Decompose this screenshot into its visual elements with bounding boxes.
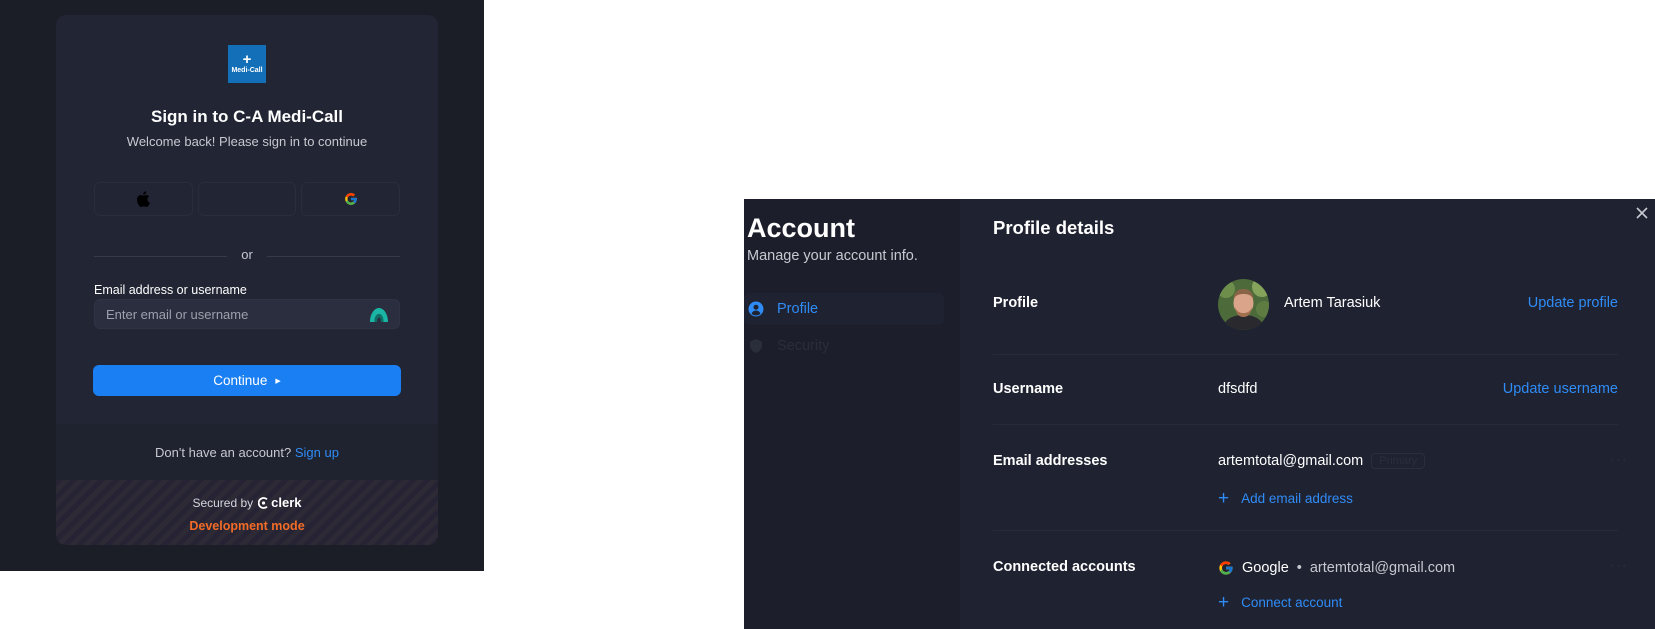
email-label: Email address or username <box>94 283 247 297</box>
connected-row-label: Connected accounts <box>993 559 1136 575</box>
dev-mode-band: Secured by clerk Development mode <box>56 480 438 545</box>
account-subtitle: Manage your account info. <box>747 248 918 264</box>
nav-security-label: Security <box>777 338 830 354</box>
avatar-photo <box>1218 279 1269 330</box>
profile-row-label: Profile <box>993 295 1039 311</box>
signin-title: Sign in to C-A Medi-Call <box>150 107 344 126</box>
profile-details-title: Profile details <box>993 217 1115 238</box>
secured-by: Secured by clerk <box>56 495 438 510</box>
clerk-icon <box>258 496 268 509</box>
caret-right-icon: ▶ <box>275 377 281 385</box>
row-divider <box>993 424 1618 425</box>
row-divider <box>993 354 1618 355</box>
user-circle-icon <box>748 301 764 317</box>
google-signin-button[interactable] <box>301 182 401 216</box>
nav-item-profile[interactable]: Profile <box>744 293 944 325</box>
primary-badge: Primary <box>1371 453 1426 470</box>
nav-profile-label: Profile <box>777 301 819 317</box>
account-sidebar: Account Manage your account info. Profil… <box>744 199 960 629</box>
username-value: dfsdfd <box>1218 381 1258 397</box>
social-signin-button[interactable] <box>197 182 297 216</box>
bullet-separator: • <box>1296 560 1302 576</box>
connected-email: artemtotal@gmail.com <box>1309 560 1456 576</box>
google-icon <box>344 193 357 205</box>
signin-subtitle: Welcome back! Please sign in to continue <box>126 134 368 149</box>
email-input[interactable] <box>95 300 399 328</box>
cross-icon: + <box>242 51 252 68</box>
signin-card: + Medi-Call Sign in to C-A Medi-Call Wel… <box>56 15 438 545</box>
signup-link[interactable]: Sign up <box>295 445 339 460</box>
account-modal: Account Manage your account info. Profil… <box>744 199 1655 629</box>
email-field-wrapper <box>94 299 400 329</box>
shield-icon <box>750 339 762 353</box>
row-divider <box>993 530 1618 531</box>
add-email-button[interactable]: + Add email address <box>1218 487 1353 509</box>
apple-signin-button[interactable] <box>94 182 193 216</box>
dev-mode-label: Development mode <box>189 519 305 533</box>
signup-prompt-line: Don't have an account? Sign up <box>56 445 438 460</box>
add-email-label: Add email address <box>1241 491 1353 506</box>
email-row-label: Email addresses <box>993 453 1108 469</box>
secured-by-text: Secured by <box>192 495 254 510</box>
email-entry: artemtotal@gmail.com Primary <box>1218 453 1426 470</box>
clerk-logo[interactable]: clerk <box>258 495 302 510</box>
signup-prompt: Don't have an account? <box>155 445 292 460</box>
avatar <box>1218 279 1269 330</box>
close-icon[interactable] <box>1634 205 1650 221</box>
connected-more-icon[interactable]: ··· <box>1609 557 1628 575</box>
clerk-brand: clerk <box>271 495 302 510</box>
signin-backdrop: + Medi-Call Sign in to C-A Medi-Call Wel… <box>0 0 484 571</box>
connect-account-button[interactable]: + Connect account <box>1218 591 1343 613</box>
connected-provider: Google <box>1242 560 1289 576</box>
username-row-label: Username <box>993 381 1064 397</box>
divider-text: or <box>241 247 253 262</box>
card-footer: Don't have an account? Sign up Secured b… <box>56 424 438 545</box>
update-username-link[interactable]: Update username <box>1503 381 1618 397</box>
connect-account-label: Connect account <box>1241 595 1343 610</box>
or-divider: or <box>94 247 400 262</box>
email-value: artemtotal@gmail.com <box>1218 453 1364 469</box>
divider-line <box>266 255 400 257</box>
app-logo: + Medi-Call <box>228 45 266 83</box>
social-buttons <box>94 182 401 216</box>
google-icon <box>1219 561 1233 575</box>
account-title: Account <box>747 213 855 243</box>
continue-label: Continue <box>213 373 268 388</box>
plus-icon: + <box>1218 487 1230 509</box>
update-profile-link[interactable]: Update profile <box>1528 295 1618 311</box>
nav-item-security[interactable]: Security <box>744 330 944 362</box>
divider-line <box>94 255 228 257</box>
apple-icon <box>137 191 151 207</box>
email-more-icon[interactable]: ··· <box>1609 451 1628 469</box>
continue-button[interactable]: Continue ▶ <box>93 365 401 396</box>
connected-google-entry: Google • artemtotal@gmail.com <box>1218 560 1455 576</box>
profile-name: Artem Tarasiuk <box>1284 295 1381 311</box>
logo-text: Medi-Call <box>231 67 263 74</box>
password-manager-icon[interactable] <box>369 307 389 323</box>
plus-icon: + <box>1218 591 1230 613</box>
